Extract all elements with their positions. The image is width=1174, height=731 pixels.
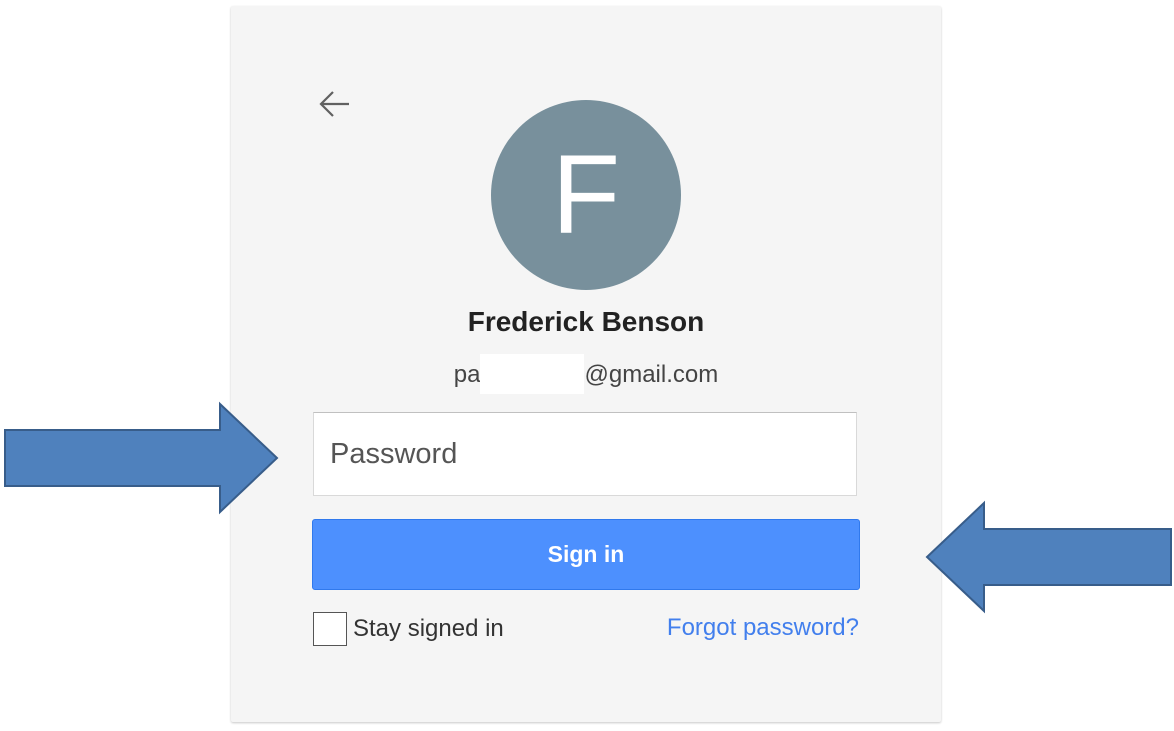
sign-in-button[interactable]: Sign in xyxy=(312,519,860,590)
stay-signed-in-label: Stay signed in xyxy=(353,615,504,642)
email-suffix: @gmail.com xyxy=(584,361,719,388)
forgot-password-link[interactable]: Forgot password? xyxy=(651,614,859,642)
user-name: Frederick Benson xyxy=(467,306,705,337)
back-arrow-icon[interactable] xyxy=(317,86,353,122)
callout-arrow-right-icon xyxy=(2,400,282,516)
screenshot-stage: F Frederick Benson pa @gmail.com Sign in … xyxy=(0,0,1174,731)
avatar-letter: F xyxy=(551,132,621,257)
email-prefix: pa xyxy=(453,361,481,388)
password-input[interactable] xyxy=(313,412,857,496)
callout-arrow-left-icon xyxy=(924,499,1174,615)
account-email: pa @gmail.com xyxy=(231,354,941,394)
sign-in-label: Sign in xyxy=(547,541,625,567)
avatar: F xyxy=(491,100,681,290)
email-redaction xyxy=(480,354,585,394)
stay-signed-in-option[interactable]: Stay signed in xyxy=(313,612,504,646)
stay-signed-in-checkbox[interactable] xyxy=(313,612,347,646)
login-card: F Frederick Benson pa @gmail.com Sign in … xyxy=(231,6,941,722)
